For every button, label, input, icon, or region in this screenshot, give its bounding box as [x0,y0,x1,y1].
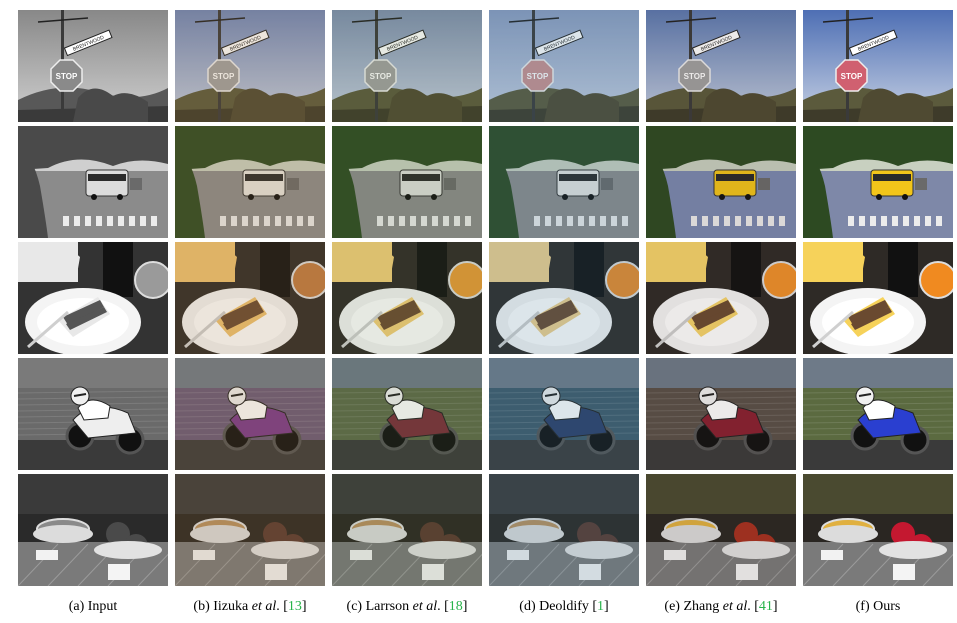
photo-bus-col-2 [175,126,325,238]
photo-motorcycle-col-3 [332,358,482,470]
caption-label: (c) Larrson [346,599,413,614]
photo-cake-col-6 [803,242,953,354]
photo-kitchen-col-1 [18,474,168,586]
photo-kitchen-col-2 [175,474,325,586]
photo-stop-sign-col-5: BRENTWOOD STOP [646,10,796,122]
caption-1: (a) Input [18,599,168,615]
caption-lb: [ [750,599,759,614]
caption-label: (e) Zhang [664,599,723,614]
photo-cake-col-5 [646,242,796,354]
image-grid: BRENTWOOD STOP BRENTWOOD STOP [18,10,953,586]
caption-label: (b) Iizuka [193,599,252,614]
photo-motorcycle-col-6 [803,358,953,470]
caption-rb: ] [462,599,468,614]
caption-rb: ] [604,599,609,614]
caption-cite[interactable]: 13 [288,599,302,614]
photo-kitchen-col-6 [803,474,953,586]
photo-motorcycle-col-1 [18,358,168,470]
caption-2: (b) Iizuka et al. [13] [175,599,325,615]
caption-cite[interactable]: 41 [759,599,773,614]
caption-label: (a) Input [68,599,118,614]
caption-4: (d) Deoldify [1] [489,599,639,615]
photo-bus-col-3 [332,126,482,238]
caption-rb: ] [301,599,307,614]
photo-cake-col-2 [175,242,325,354]
caption-cite[interactable]: 1 [597,599,604,614]
photo-kitchen-col-5 [646,474,796,586]
photo-motorcycle-col-2 [175,358,325,470]
photo-bus-col-5 [646,126,796,238]
caption-cite[interactable]: 18 [449,599,463,614]
caption-etal: et al [722,599,748,614]
caption-etal: et al [251,599,277,614]
caption-lb: [ [279,599,288,614]
photo-cake-col-1 [18,242,168,354]
caption-5: (e) Zhang et al. [41] [646,599,796,615]
caption-lb: [ [588,599,598,614]
photo-stop-sign-col-1: BRENTWOOD STOP [18,10,168,122]
photo-cake-col-4 [489,242,639,354]
caption-6: (f) Ours [803,599,953,615]
photo-stop-sign-col-6: BRENTWOOD STOP [803,10,953,122]
photo-stop-sign-col-4: BRENTWOOD STOP [489,10,639,122]
caption-rb: ] [772,599,778,614]
photo-motorcycle-col-5 [646,358,796,470]
photo-bus-col-4 [489,126,639,238]
photo-stop-sign-col-2: BRENTWOOD STOP [175,10,325,122]
caption-label: (f) Ours [855,599,901,614]
photo-kitchen-col-3 [332,474,482,586]
caption-etal: et al [412,599,438,614]
photo-stop-sign-col-3: BRENTWOOD STOP [332,10,482,122]
photo-motorcycle-col-4 [489,358,639,470]
photo-bus-col-1 [18,126,168,238]
caption-lb: [ [440,599,449,614]
svg-text:STOP: STOP [56,72,78,81]
caption-3: (c) Larrson et al. [18] [332,599,482,615]
photo-bus-col-6 [803,126,953,238]
caption-row: (a) Input (b) Iizuka et al. [13] (c) Larrs… [18,599,953,615]
photo-cake-col-3 [332,242,482,354]
colorization-comparison-figure: BRENTWOOD STOP BRENTWOOD STOP [0,0,957,623]
caption-label: (d) Deoldify [519,599,589,614]
photo-kitchen-col-4 [489,474,639,586]
